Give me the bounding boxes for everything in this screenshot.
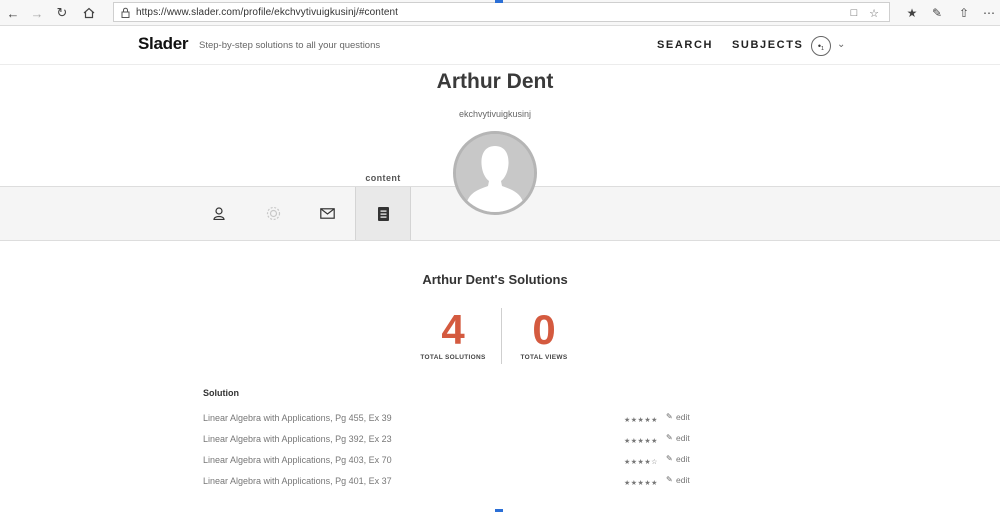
envelope-icon	[319, 208, 335, 219]
pencil-icon[interactable]: ✎	[666, 454, 673, 463]
solution-link[interactable]: Linear Algebra with Applications, Pg 392…	[203, 434, 392, 444]
forward-arrow-icon[interactable]: →	[28, 4, 46, 22]
profile-avatar	[453, 131, 537, 215]
lock-icon	[114, 7, 136, 18]
address-bar[interactable]: https://www.slader.com/profile/ekchvytiv…	[113, 2, 890, 22]
pencil-icon[interactable]: ✎	[666, 433, 673, 442]
user-avatar-button[interactable]: •₁	[811, 36, 831, 56]
total-views-label: TOTAL VIEWS	[520, 354, 568, 361]
browser-indicator-top	[495, 0, 503, 3]
chevron-down-icon[interactable]: ⌄	[837, 39, 845, 50]
tab-profile[interactable]	[199, 187, 239, 240]
pen-icon[interactable]: ✎	[928, 4, 946, 22]
tab-settings[interactable]	[253, 187, 293, 240]
stat-total-solutions: 4 TOTAL SOLUTIONS	[403, 306, 503, 362]
search-link[interactable]: SEARCH	[657, 39, 713, 51]
rating-stars: ★★★★★	[624, 480, 658, 487]
stat-total-views: 0 TOTAL VIEWS	[494, 306, 594, 362]
rating-stars: ★★★★★	[624, 417, 658, 424]
edit-link[interactable]: edit	[676, 433, 690, 443]
home-icon[interactable]	[80, 4, 98, 22]
edit-link[interactable]: edit	[676, 475, 690, 485]
user-silhouette-icon	[456, 134, 534, 212]
table-row: Linear Algebra with Applications, Pg 392…	[203, 433, 703, 448]
total-views-value: 0	[532, 306, 556, 353]
solution-link[interactable]: Linear Algebra with Applications, Pg 455…	[203, 413, 392, 423]
favorite-star-icon[interactable]: ☆	[866, 5, 882, 21]
profile-username: ekchvytivuigkusinj	[458, 109, 532, 119]
tab-messages[interactable]	[307, 187, 347, 240]
back-arrow-icon[interactable]: ←	[4, 4, 22, 22]
pencil-icon[interactable]: ✎	[666, 412, 673, 421]
site-tagline: Step-by-step solutions to all your quest…	[199, 40, 381, 51]
site-logo[interactable]: Slader	[138, 34, 188, 54]
more-icon[interactable]: ⋯	[980, 4, 998, 22]
subjects-link[interactable]: SUBJECTS	[732, 39, 803, 51]
solution-link[interactable]: Linear Algebra with Applications, Pg 403…	[203, 455, 392, 465]
table-row: Linear Algebra with Applications, Pg 455…	[203, 412, 703, 427]
table-row: Linear Algebra with Applications, Pg 403…	[203, 454, 703, 469]
pencil-icon[interactable]: ✎	[666, 475, 673, 484]
table-row: Linear Algebra with Applications, Pg 401…	[203, 475, 703, 490]
rating-stars: ★★★★☆	[624, 459, 658, 466]
edit-link[interactable]: edit	[676, 454, 690, 464]
total-solutions-value: 4	[441, 306, 465, 353]
site-header: Slader Step-by-step solutions to all you…	[0, 27, 1000, 65]
user-icon	[213, 207, 225, 220]
total-solutions-label: TOTAL SOLUTIONS	[420, 354, 486, 361]
browser-toolbar: ← → ↻ https://www.slader.com/profile/ekc…	[0, 0, 1000, 26]
url-text: https://www.slader.com/profile/ekchvytiv…	[136, 6, 399, 18]
share-icon[interactable]: ⇧	[955, 4, 973, 22]
favorites-list-icon[interactable]: ★	[903, 4, 921, 22]
rating-stars: ★★★★★	[624, 438, 658, 445]
refresh-icon[interactable]: ↻	[53, 4, 71, 22]
solution-link[interactable]: Linear Algebra with Applications, Pg 401…	[203, 476, 392, 486]
solutions-title: Arthur Dent's Solutions	[422, 272, 568, 287]
tab-content[interactable]	[355, 187, 411, 240]
edit-link[interactable]: edit	[676, 412, 690, 422]
profile-name: Arthur Dent	[436, 70, 554, 93]
active-tab-caption: content	[365, 173, 401, 183]
solution-column-header: Solution	[203, 388, 239, 398]
gear-icon	[266, 206, 280, 221]
reading-view-icon[interactable]: □	[846, 5, 862, 21]
document-icon	[377, 206, 389, 221]
